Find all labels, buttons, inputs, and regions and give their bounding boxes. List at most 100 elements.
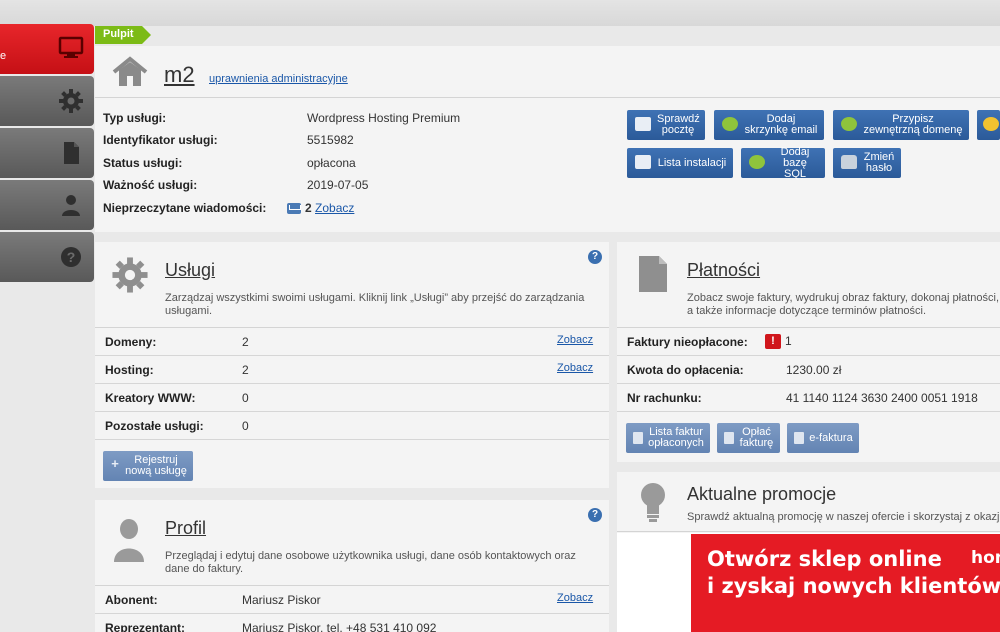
button-label: Dodaj skrzynkę email (744, 113, 818, 136)
sidebar-item-label: e (0, 50, 7, 62)
promotions-panel-header: Aktualne promocje Sprawdź aktualną promo… (617, 472, 1000, 532)
table-row: Kwota do opłacenia: 1230.00 zł (617, 356, 1000, 384)
leaf-icon (794, 432, 804, 444)
invoice-icon (633, 432, 643, 444)
domain-icon (841, 117, 857, 131)
row-key: Kreatory WWW: (105, 391, 196, 405)
sidebar-item-services[interactable] (0, 76, 94, 126)
button-label: Sprawdź pocztę (657, 113, 700, 136)
paid-invoices-button[interactable]: Lista faktur opłaconych (626, 423, 710, 453)
mail-icon (635, 117, 651, 131)
add-mailbox-button[interactable]: Dodaj skrzynkę email (714, 110, 824, 140)
profile-view-link[interactable]: Zobacz (557, 592, 593, 604)
info-key: Identyfikator usługi: (103, 133, 218, 147)
row-key: Pozostałe usługi: (105, 419, 204, 433)
row-key: Reprezentant: (105, 621, 186, 632)
panel-title[interactable]: Płatności (687, 260, 760, 281)
info-value: 5515982 (307, 133, 354, 147)
breadcrumb[interactable]: Pulpit (95, 26, 151, 44)
row-value: 2 (242, 363, 249, 377)
promotions-panel: Aktualne promocje Sprawdź aktualną promo… (617, 472, 1000, 632)
row-key: Faktury nieopłacone: (627, 335, 748, 349)
table-row: Nr rachunku: 41 1140 1124 3630 2400 0051… (617, 384, 1000, 412)
panel-title[interactable]: Profil (165, 518, 206, 539)
info-value: opłacona (307, 156, 356, 170)
row-value: 0 (242, 391, 249, 405)
row-value: ! 1 (765, 334, 792, 350)
unread-count: 2 (305, 201, 312, 215)
sidebar-item-dashboard[interactable]: e (0, 24, 94, 74)
permissions-link[interactable]: uprawnienia administracyjne (209, 73, 348, 85)
payments-panel: Płatności Zobacz swoje faktury, wydrukuj… (617, 242, 1000, 462)
change-password-button[interactable]: Zmień hasło (833, 148, 901, 178)
document-icon (639, 256, 667, 292)
check-mail-button[interactable]: Sprawdź pocztę (627, 110, 705, 140)
help-icon[interactable]: ? (588, 250, 602, 264)
sidebar-item-payments[interactable] (0, 128, 94, 178)
help-icon[interactable]: ? (588, 508, 602, 522)
button-label: Dodaj bazę SQL (780, 145, 810, 180)
table-row: Abonent: Mariusz Piskor Zobacz (95, 586, 609, 614)
panel-description: Zarządzaj wszystkimi swoimi usługami. Kl… (165, 292, 585, 317)
row-value: 2 (242, 335, 249, 349)
document-icon (64, 142, 79, 164)
monitor-icon (58, 36, 84, 58)
info-value: Wordpress Hosting Premium (307, 111, 461, 125)
service-summary: m2 uprawnienia administracyjne Typ usług… (95, 46, 1000, 232)
button-label: Zmień hasło (863, 151, 895, 174)
button-label: Opłać fakturę (739, 426, 774, 449)
services-panel-header: Usługi Zarządzaj wszystkimi swoimi usług… (95, 242, 609, 328)
pay-icon (724, 432, 734, 444)
profile-panel-header: Profil Przeglądaj i edytuj dane osobowe … (95, 500, 609, 586)
promo-banner[interactable]: Otwórz sklep online i zyskaj nowych klie… (691, 534, 1000, 632)
more-actions-button[interactable] (977, 110, 1000, 140)
button-label: Rejestruj nową usługę (125, 454, 187, 477)
register-service-button[interactable]: + Rejestruj nową usługę (103, 451, 193, 481)
panel-title[interactable]: Usługi (165, 260, 215, 281)
unread-messages-link[interactable]: Zobacz (315, 201, 354, 215)
sidebar-item-profile[interactable] (0, 180, 94, 230)
svg-text:?: ? (67, 249, 76, 265)
row-key: Kwota do opłacenia: (627, 363, 744, 377)
row-value: Mariusz Piskor, tel. +48 531 410 092 (242, 621, 437, 632)
table-row: Pozostałe usługi: 0 (95, 412, 609, 440)
install-list-button[interactable]: Lista instalacji (627, 148, 733, 178)
breadcrumb-label: Pulpit (103, 28, 134, 40)
domains-view-link[interactable]: Zobacz (557, 334, 593, 346)
row-value: 0 (242, 419, 249, 433)
e-invoice-button[interactable]: e-faktura (787, 423, 859, 453)
sidebar: e ? (0, 24, 95, 284)
add-mailbox-icon (722, 117, 738, 131)
row-value: 1230.00 zł (786, 363, 842, 377)
sidebar-item-help[interactable]: ? (0, 232, 94, 282)
button-label: Lista faktur opłaconych (648, 426, 704, 449)
info-key: Status usługi: (103, 156, 183, 170)
profile-panel: Profil Przeglądaj i edytuj dane osobowe … (95, 500, 609, 632)
add-sql-button[interactable]: Dodaj bazę SQL (741, 145, 825, 180)
warning-icon: ! (765, 334, 781, 350)
user-icon (62, 195, 80, 216)
info-key: Ważność usługi: (103, 178, 198, 192)
row-key: Nr rachunku: (627, 391, 702, 405)
info-value: 2019-07-05 (307, 178, 369, 192)
panel-title: Aktualne promocje (687, 484, 837, 504)
panel-description: Zobacz swoje faktury, wydrukuj obraz fak… (687, 292, 1000, 317)
install-list-icon (635, 155, 651, 169)
payments-panel-header: Płatności Zobacz swoje faktury, wydrukuj… (617, 242, 1000, 328)
hosting-view-link[interactable]: Zobacz (557, 362, 593, 374)
plus-icon: + (111, 456, 119, 471)
unpaid-count: 1 (785, 334, 792, 348)
panel-description: Sprawdź aktualną promocję w naszej oferc… (687, 511, 1000, 523)
service-name[interactable]: m2 (164, 62, 195, 88)
button-label: e-faktura (809, 431, 853, 444)
database-icon (749, 155, 765, 169)
table-row: Kreatory WWW: 0 (95, 384, 609, 412)
table-row: Domeny: 2 Zobacz (95, 328, 609, 356)
summary-header: m2 uprawnienia administracyjne (95, 46, 1000, 98)
info-key: Typ usługi: (103, 111, 167, 125)
pay-invoice-button[interactable]: Opłać fakturę (717, 423, 780, 453)
user-icon (114, 519, 144, 562)
lightbulb-icon (983, 117, 999, 131)
assign-domain-button[interactable]: Przypisz zewnętrzną domenę (833, 110, 969, 140)
row-value: Mariusz Piskor (242, 593, 321, 607)
